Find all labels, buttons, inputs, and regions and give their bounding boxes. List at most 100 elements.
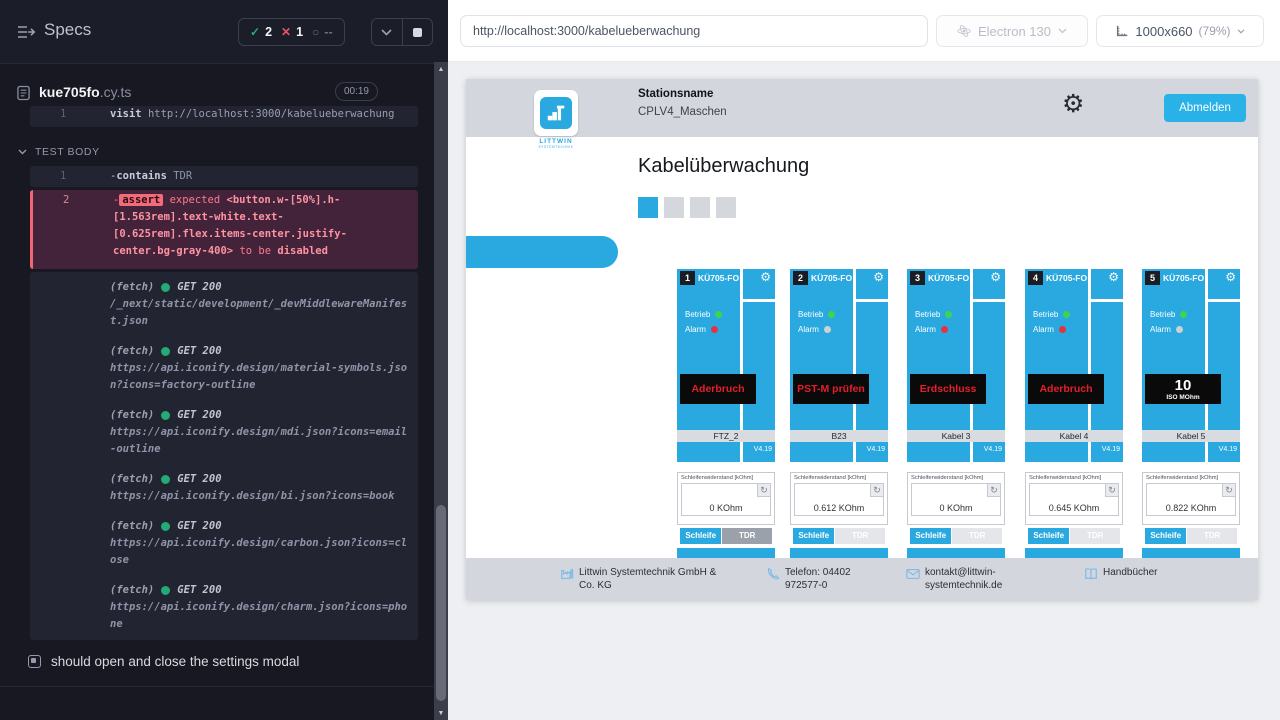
test-body-section[interactable]: TEST BODY xyxy=(18,146,100,158)
schleife-button[interactable]: Schleife xyxy=(793,528,834,544)
refresh-icon[interactable]: ↻ xyxy=(1222,484,1235,497)
settings-gear-icon[interactable]: ⚙ xyxy=(1062,92,1084,117)
failed-assert-box[interactable]: 2 -assert expected <button.w-[50%].h-[1.… xyxy=(30,190,418,269)
panel-scrollbar[interactable]: ▲ ▼ xyxy=(434,62,448,720)
stat-failed: ✕1 xyxy=(281,25,303,39)
resistance-label: Schleifenwiderstand [kOhm] xyxy=(1146,475,1239,481)
fetch-status: GET 200 xyxy=(177,471,221,488)
command-name: visit xyxy=(110,108,142,120)
ku-device-card: 4 KÜ705-FO ⚙ Betrieb Alarm Aderbruch Kab… xyxy=(1025,269,1123,558)
alarm-display: 10 ISO MOhm xyxy=(1145,374,1221,404)
schleife-button[interactable]: Schleife xyxy=(910,528,951,544)
network-log-entry[interactable]: (fetch) GET 200 https://api.iconify.desi… xyxy=(30,580,418,635)
app-footer: Littwin Systemtechnik GmbH & Co. KG Tele… xyxy=(466,558,1258,600)
contains-command-row[interactable]: 1 -contains TDR xyxy=(30,166,418,187)
url-input[interactable]: http://localhost:3000/kabelueberwachung xyxy=(460,15,928,47)
rack-tab[interactable] xyxy=(690,197,710,218)
footer-phone: Telefon: 04402 972577-0 xyxy=(766,566,881,592)
resistance-value: 0.645 KOhm xyxy=(1030,503,1118,513)
refresh-icon[interactable]: ↻ xyxy=(1105,484,1118,497)
rack-tab[interactable] xyxy=(716,197,736,218)
network-log-entry[interactable]: (fetch) GET 200 https://api.iconify.desi… xyxy=(30,516,418,571)
device-panel-bottom xyxy=(1142,548,1240,558)
footer-manuals[interactable]: Handbücher xyxy=(1084,566,1157,581)
network-log-entry[interactable]: (fetch) GET 200 /_next/static/developmen… xyxy=(30,277,418,332)
scroll-down-arrow[interactable]: ▼ xyxy=(434,706,448,720)
ku-device-card: 3 KÜ705-FO ⚙ Betrieb Alarm Erdschluss Ka… xyxy=(907,269,1005,558)
device-title: KÜ705-FO xyxy=(698,273,739,283)
collapse-button[interactable] xyxy=(372,19,402,45)
circle-icon: ○ xyxy=(312,25,319,39)
firmware-version: V4.19 xyxy=(867,446,885,453)
tdr-button[interactable]: TDR xyxy=(835,528,885,544)
refresh-icon[interactable]: ↻ xyxy=(757,484,770,497)
logo-card xyxy=(534,90,578,136)
tdr-button[interactable]: TDR xyxy=(722,528,772,544)
divider xyxy=(853,269,856,430)
success-dot-icon xyxy=(161,283,170,292)
stop-button[interactable] xyxy=(402,19,433,45)
sidebar-nav-item[interactable] xyxy=(466,193,618,225)
resistance-readout: ↻ 0.612 KOhm xyxy=(794,483,884,516)
schleife-button[interactable]: Schleife xyxy=(680,528,721,544)
refresh-icon[interactable]: ↻ xyxy=(870,484,883,497)
resistance-readout: ↻ 0.822 KOhm xyxy=(1146,483,1236,516)
resistance-value: 0 KOhm xyxy=(912,503,1000,513)
betrieb-led xyxy=(828,311,835,318)
device-number: 4 xyxy=(1028,271,1043,285)
betrieb-led xyxy=(1180,311,1187,318)
fetch-status-line: (fetch) GET 200 xyxy=(110,518,410,535)
footer-company: Littwin Systemtechnik GmbH & Co. KG xyxy=(560,566,731,592)
chevron-down-icon xyxy=(1058,28,1067,34)
specs-menu-icon[interactable] xyxy=(16,22,36,42)
refresh-icon[interactable]: ↻ xyxy=(987,484,1000,497)
tdr-button[interactable]: TDR xyxy=(952,528,1002,544)
scrollbar-thumb[interactable] xyxy=(436,505,446,701)
fetch-status: GET 200 xyxy=(177,582,221,599)
card-buttons: Schleife TDR xyxy=(1028,528,1120,544)
device-gear-icon[interactable]: ⚙ xyxy=(760,271,771,283)
betrieb-status: Betrieb xyxy=(1150,310,1187,319)
cross-icon: ✕ xyxy=(281,25,291,39)
tdr-button[interactable]: TDR xyxy=(1187,528,1237,544)
logout-button[interactable]: Abmelden xyxy=(1164,94,1246,122)
runner-controls xyxy=(371,18,433,46)
resistance-label: Schleifenwiderstand [kOhm] xyxy=(1029,475,1122,481)
device-gear-icon[interactable]: ⚙ xyxy=(873,271,884,283)
command-number: 2 xyxy=(63,192,69,209)
spec-header-row[interactable]: kue705fo.cy.ts 00:19 xyxy=(0,82,434,106)
network-log-entry[interactable]: (fetch) GET 200 https://api.iconify.desi… xyxy=(30,405,418,460)
cable-name-label: Kabel 5 xyxy=(1142,430,1240,442)
divider xyxy=(1208,299,1240,302)
device-number: 3 xyxy=(910,271,925,285)
scroll-up-arrow[interactable]: ▲ xyxy=(434,62,448,76)
fetch-status: GET 200 xyxy=(177,518,221,535)
visit-command-row[interactable]: 1 visit http://localhost:3000/kabelueber… xyxy=(30,106,418,125)
alarm-led xyxy=(711,326,718,333)
tdr-button[interactable]: TDR xyxy=(1070,528,1120,544)
device-gear-icon[interactable]: ⚙ xyxy=(1108,271,1119,283)
ku-device-card: 5 KÜ705-FO ⚙ Betrieb Alarm 10 ISO MOhm K… xyxy=(1142,269,1240,558)
rack-tab[interactable] xyxy=(638,197,658,218)
rack-tab[interactable] xyxy=(664,197,684,218)
betrieb-led xyxy=(715,311,722,318)
fetch-label: (fetch) xyxy=(110,279,154,296)
station-info: Stationsname CPLV4_Maschen xyxy=(638,88,727,118)
cypress-reporter-panel: Specs ✓2 ✕1 ○-- kue705fo.cy.ts 00:19 xyxy=(0,0,448,720)
schleife-button[interactable]: Schleife xyxy=(1145,528,1186,544)
network-log-entry[interactable]: (fetch) GET 200 https://api.iconify.desi… xyxy=(30,341,418,396)
fetch-url: https://api.iconify.design/charm.json?ic… xyxy=(110,599,410,633)
device-gear-icon[interactable]: ⚙ xyxy=(990,271,1001,283)
fetch-label: (fetch) xyxy=(110,343,154,360)
network-log-entry[interactable]: (fetch) GET 200 https://api.iconify.desi… xyxy=(30,469,418,507)
aut-stage: http://localhost:3000/kabelueberwachung … xyxy=(448,0,1280,720)
schleife-button[interactable]: Schleife xyxy=(1028,528,1069,544)
sidebar-nav-item[interactable] xyxy=(466,236,618,268)
device-gear-icon[interactable]: ⚙ xyxy=(1225,271,1236,283)
pending-test-row[interactable]: should open and close the settings modal xyxy=(28,654,299,669)
viewport-selector[interactable]: 1000x660 (79%) xyxy=(1096,15,1264,47)
browser-selector[interactable]: Electron 130 xyxy=(936,15,1088,47)
fetch-label: (fetch) xyxy=(110,471,154,488)
resistance-label: Schleifenwiderstand [kOhm] xyxy=(681,475,774,481)
visit-url: http://localhost:3000/kabelueberwachung xyxy=(148,108,395,120)
